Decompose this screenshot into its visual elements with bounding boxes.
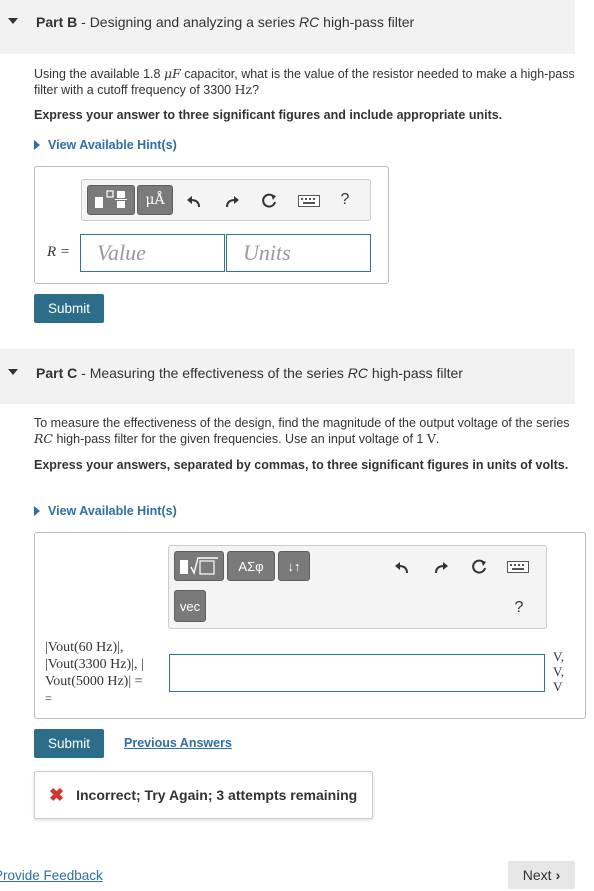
expand-triangle-icon xyxy=(34,506,40,516)
unit-label-2: V, xyxy=(553,664,564,679)
vout-3300hz-label: |Vout(3300 Hz)|, | xyxy=(45,657,144,672)
provide-feedback-link[interactable]: Provide Feedback xyxy=(0,868,103,883)
part-c-header[interactable]: Part C - Measuring the effectiveness of … xyxy=(0,349,575,404)
value-placeholder: Value xyxy=(97,240,146,265)
vout-5000hz-label: Vout(5000 Hz)| = xyxy=(45,674,143,689)
units-placeholder: Units xyxy=(243,240,291,265)
fraction-template-icon xyxy=(95,190,127,208)
equals-label: = xyxy=(45,691,52,705)
chevron-right-icon: › xyxy=(555,867,561,883)
vout-60hz-label: |Vout(60 Hz)|, xyxy=(45,640,124,655)
part-b-answer-panel: μÅ ? R = Value Units xyxy=(34,166,389,284)
keyboard-icon[interactable] xyxy=(297,191,321,211)
part-c-answer-panel: ΑΣφ ↓↑ vec ? |Vout(60 Hz)|, |Vout(3300 H… xyxy=(34,532,586,719)
part-c-hint-link[interactable]: View Available Hint(s) xyxy=(34,504,177,518)
templates-button[interactable] xyxy=(87,185,135,215)
help-button[interactable]: ? xyxy=(509,598,529,618)
part-c-math-toolbar: ΑΣφ ↓↑ vec ? xyxy=(168,545,547,629)
previous-answers-link[interactable]: Previous Answers xyxy=(124,736,232,750)
unit-label-3: V xyxy=(553,679,563,694)
sort-button[interactable]: ↓↑ xyxy=(278,551,310,581)
units-button[interactable]: μÅ xyxy=(137,185,173,215)
redo-icon[interactable] xyxy=(222,191,242,211)
undo-icon[interactable] xyxy=(184,191,204,211)
part-b-math-toolbar: μÅ ? xyxy=(81,179,371,221)
units-column: V, V, V xyxy=(553,649,564,694)
collapse-caret-icon[interactable] xyxy=(8,369,18,375)
resistor-label: R = xyxy=(47,244,71,260)
reset-icon[interactable] xyxy=(469,557,489,577)
redo-icon[interactable] xyxy=(431,557,451,577)
part-b-prompt: Using the available 1.8 μF capacitor, wh… xyxy=(34,66,575,97)
part-b-title: Part B - Designing and analyzing a serie… xyxy=(36,14,415,30)
incorrect-x-icon: ✖ xyxy=(49,784,65,805)
keyboard-icon[interactable] xyxy=(506,557,530,577)
part-c-submit-button[interactable]: Submit xyxy=(34,729,104,758)
part-c-prompt: To measure the effectiveness of the desi… xyxy=(34,416,570,446)
help-button[interactable]: ? xyxy=(335,190,355,210)
value-input[interactable]: Value xyxy=(80,234,225,272)
part-b-header[interactable]: Part B - Designing and analyzing a serie… xyxy=(0,0,575,54)
part-b-submit-button[interactable]: Submit xyxy=(34,294,104,323)
templates-button[interactable] xyxy=(174,551,224,581)
expand-triangle-icon xyxy=(34,140,40,150)
greek-symbols-button[interactable]: ΑΣφ xyxy=(227,551,275,581)
units-input[interactable]: Units xyxy=(226,234,371,272)
part-b-hint-link[interactable]: View Available Hint(s) xyxy=(34,138,177,152)
undo-icon[interactable] xyxy=(392,557,412,577)
voltages-input[interactable] xyxy=(169,654,545,692)
part-b-instruction: Express your answer to three significant… xyxy=(34,108,503,122)
part-c-instruction: Express your answers, separated by comma… xyxy=(34,458,569,472)
collapse-caret-icon[interactable] xyxy=(8,18,18,24)
feedback-text: Incorrect; Try Again; 3 attempts remaini… xyxy=(76,787,358,803)
reset-icon[interactable] xyxy=(259,191,279,211)
feedback-box: ✖ Incorrect; Try Again; 3 attempts remai… xyxy=(34,771,373,819)
voltage-labels: |Vout(60 Hz)|, |Vout(3300 Hz)|, | Vout(5… xyxy=(45,639,165,707)
part-c-title: Part C - Measuring the effectiveness of … xyxy=(36,365,463,381)
sqrt-template-icon xyxy=(180,557,218,575)
vector-button[interactable]: vec xyxy=(174,590,206,622)
unit-label-1: V, xyxy=(553,649,564,664)
next-button[interactable]: Next › xyxy=(508,861,575,889)
